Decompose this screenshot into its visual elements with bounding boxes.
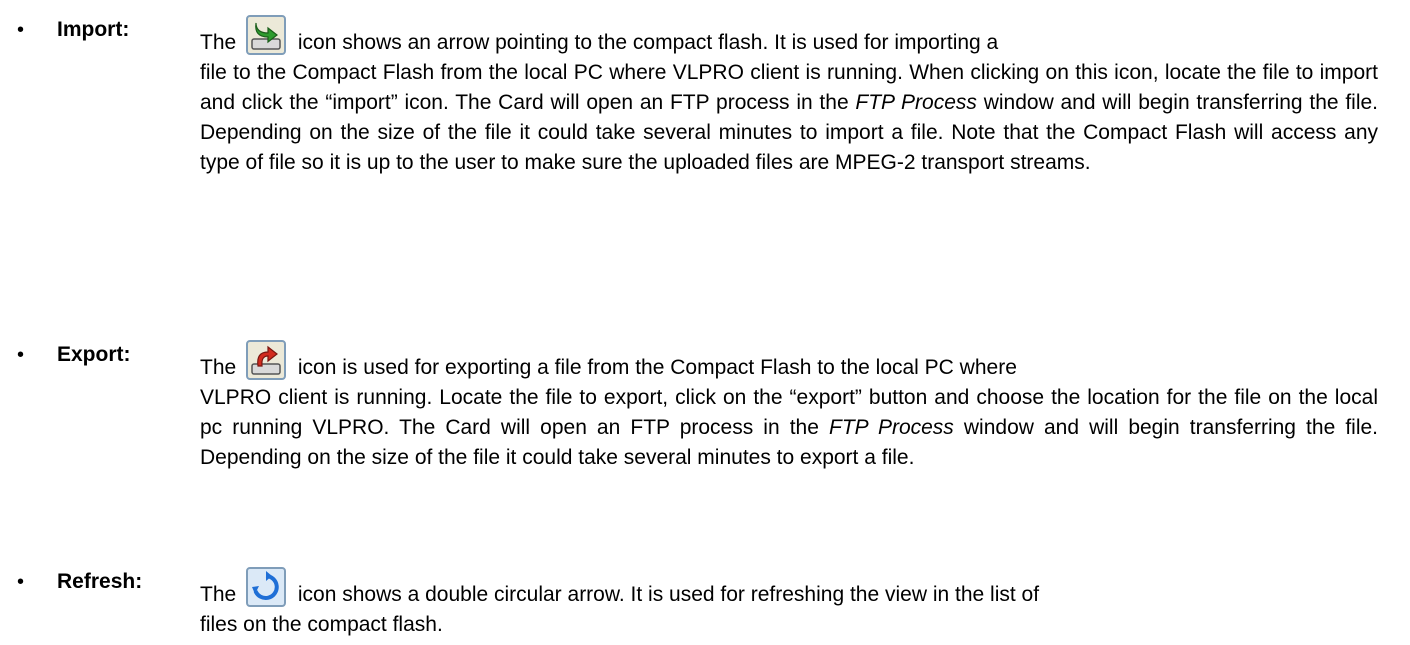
import-icon	[246, 15, 287, 55]
bullet: •	[17, 344, 25, 366]
term-export: Export:	[57, 343, 131, 366]
description-export: The icon is used for exporting a file fr…	[200, 340, 1378, 473]
export-icon	[246, 340, 287, 380]
term-refresh: Refresh:	[57, 570, 143, 593]
bullet: •	[17, 19, 25, 41]
refresh-icon	[246, 567, 287, 607]
emphasis-ftp-process: FTP Process	[855, 91, 977, 114]
term-import: Import:	[57, 18, 130, 41]
lead-line-export: The icon is used for exporting a file fr…	[200, 340, 1378, 383]
emphasis-ftp-process: FTP Process	[829, 416, 954, 439]
lead-line-import: The icon shows an arrow pointing to the …	[200, 15, 1378, 58]
lead-line-refresh: The icon shows a double circular arrow. …	[200, 567, 1378, 610]
description-import: The icon shows an arrow pointing to the …	[200, 15, 1378, 178]
bullet: •	[17, 571, 25, 593]
description-refresh: The icon shows a double circular arrow. …	[200, 567, 1378, 640]
